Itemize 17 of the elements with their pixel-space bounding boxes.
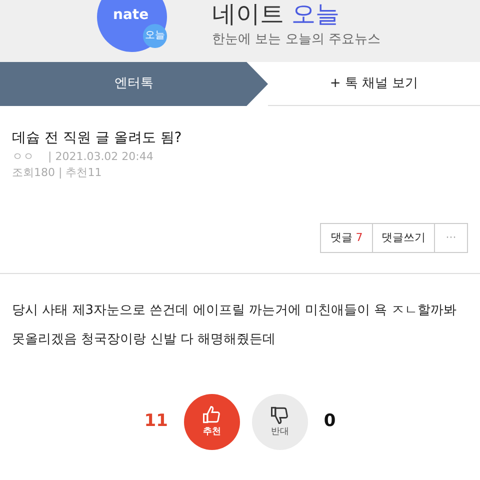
post-author: ㅇㅇ <box>12 149 34 165</box>
upvote-count: 11 <box>144 410 168 434</box>
comments-button[interactable]: 댓글 7 <box>321 224 373 252</box>
logo-text: nate <box>113 8 149 22</box>
thumbs-down-icon <box>268 404 291 426</box>
post-datetime: | 2021.03.02 20:44 <box>48 149 154 165</box>
upvote-button[interactable]: 추천 <box>184 394 240 450</box>
downvote-button[interactable]: 반대 <box>252 394 308 450</box>
logo-badge: 오늘 <box>143 24 167 48</box>
site-subtitle: 한눈에 보는 오늘의 주요뉴스 <box>212 31 380 49</box>
post-body: 당시 사태 제3자눈으로 쓴건데 에이프릴 까는거에 미친애들이 욕 ㅈㄴ할까봐 못올리겠음 청국장이랑 신발 다 해명해줬든데 <box>11 302 458 349</box>
post-title: 데슙 전 직원 글 올려도 됨? <box>12 129 183 148</box>
write-comment-button[interactable]: 댓글쓰기 <box>373 224 435 252</box>
post-stats: 조회180 | 추천11 <box>12 165 103 181</box>
tab[interactable]: 엔터톡 <box>0 62 268 106</box>
downvote-count: 0 <box>324 410 336 434</box>
site-title: 네이트 오늘 <box>212 0 340 28</box>
